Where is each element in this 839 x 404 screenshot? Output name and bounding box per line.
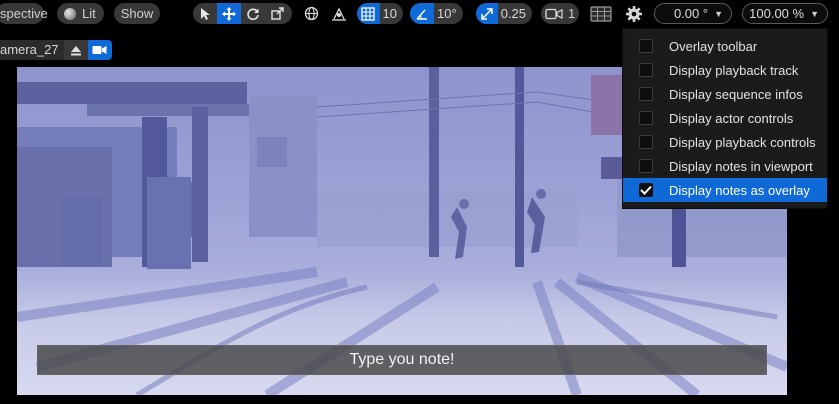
scale-tool-button[interactable] <box>265 3 289 24</box>
surface-snap-button[interactable] <box>328 3 350 24</box>
lit-icon <box>64 7 76 20</box>
perspective-button[interactable]: spective <box>0 3 48 24</box>
zoom-field[interactable]: 100.00 % ▼ <box>742 3 828 24</box>
angle-snap-value[interactable]: 10° <box>434 6 463 21</box>
select-tool-button[interactable] <box>193 3 217 24</box>
rotation-field[interactable]: 0.00 ° ▼ <box>654 3 732 24</box>
angle-icon <box>416 9 427 20</box>
note-text: Type you note! <box>349 351 455 368</box>
checkbox[interactable] <box>639 87 653 101</box>
globe-icon <box>304 6 318 21</box>
menu-item-overlay-toolbar[interactable]: Overlay toolbar <box>623 34 827 58</box>
menu-item-display-playback-controls[interactable]: Display playback controls <box>623 130 827 154</box>
eject-button[interactable] <box>63 40 88 60</box>
menu-item-label: Overlay toolbar <box>669 38 758 54</box>
checkbox[interactable] <box>639 39 653 53</box>
show-label: Show <box>120 6 154 21</box>
rotate-icon <box>247 7 259 20</box>
scale-snap-icon <box>481 7 493 20</box>
menu-item-label: Display sequence infos <box>669 86 803 102</box>
menu-item-label: Display playback controls <box>669 134 816 150</box>
scale-snap-group: 0.25 <box>476 3 532 24</box>
checkbox[interactable] <box>639 63 653 77</box>
transform-tools <box>193 3 292 24</box>
move-tool-button[interactable] <box>217 3 241 24</box>
move-icon <box>222 6 236 21</box>
scale-icon <box>270 7 284 20</box>
rotation-value: 0.00 ° <box>673 6 709 21</box>
angle-snap-group: 10° <box>410 3 463 24</box>
layout-grid-icon <box>590 5 612 22</box>
menu-item-label: Display notes in viewport <box>669 158 813 174</box>
grid-snap-value[interactable]: 10 <box>380 6 403 21</box>
camera-tab: amera_27 <box>0 40 112 60</box>
menu-item-label: Display notes as overlay <box>669 182 810 198</box>
menu-item-display-notes-in-viewport[interactable]: Display notes in viewport <box>623 154 827 178</box>
viewport-options-menu: Overlay toolbar Display playback track D… <box>622 28 828 209</box>
checkbox[interactable] <box>639 111 653 125</box>
checkbox[interactable] <box>639 135 653 149</box>
settings-button[interactable] <box>622 3 646 24</box>
chevron-down-icon: ▼ <box>714 8 723 19</box>
eject-icon <box>70 45 81 55</box>
menu-item-display-actor-controls[interactable]: Display actor controls <box>623 106 827 130</box>
note-overlay[interactable]: Type you note! <box>37 345 767 375</box>
camera-icon <box>545 8 563 19</box>
scale-snap-toggle[interactable] <box>476 3 498 24</box>
chevron-down-icon: ▼ <box>810 8 819 19</box>
menu-item-display-notes-as-overlay[interactable]: Display notes as overlay <box>623 178 827 202</box>
lit-label: Lit <box>82 6 96 21</box>
menu-item-label: Display playback track <box>669 62 799 78</box>
grid-snap-group: 10 <box>357 3 403 24</box>
perspective-label: spective <box>0 6 48 21</box>
layout-button[interactable] <box>588 3 614 24</box>
grid-snap-toggle[interactable] <box>357 3 380 24</box>
zoom-value: 100.00 % <box>749 6 805 21</box>
checkbox[interactable] <box>639 159 653 173</box>
world-local-button[interactable] <box>300 3 322 24</box>
rotate-tool-button[interactable] <box>241 3 265 24</box>
lit-button[interactable]: Lit <box>57 3 104 24</box>
menu-item-display-playback-track[interactable]: Display playback track <box>623 58 827 82</box>
viewport-toolbar: spective Lit Show 10 10° 0.25 1 0.00 ° ▼… <box>0 0 839 30</box>
menu-item-display-sequence-infos[interactable]: Display sequence infos <box>623 82 827 106</box>
camera-speed-button[interactable]: 1 <box>541 3 579 24</box>
surface-snap-icon <box>332 7 346 21</box>
pilot-camera-button[interactable] <box>87 40 112 60</box>
camera-name[interactable]: amera_27 <box>0 40 64 60</box>
video-camera-icon <box>92 46 107 54</box>
checkmark-icon <box>640 185 652 195</box>
camera-speed-value: 1 <box>568 6 576 21</box>
show-button[interactable]: Show <box>114 3 160 24</box>
scale-snap-value[interactable]: 0.25 <box>498 6 532 21</box>
grid-icon <box>361 6 375 21</box>
menu-item-label: Display actor controls <box>669 110 794 126</box>
angle-snap-toggle[interactable] <box>410 3 434 24</box>
checkbox-checked[interactable] <box>639 183 653 197</box>
cursor-icon <box>201 7 210 20</box>
gear-icon <box>626 5 642 22</box>
